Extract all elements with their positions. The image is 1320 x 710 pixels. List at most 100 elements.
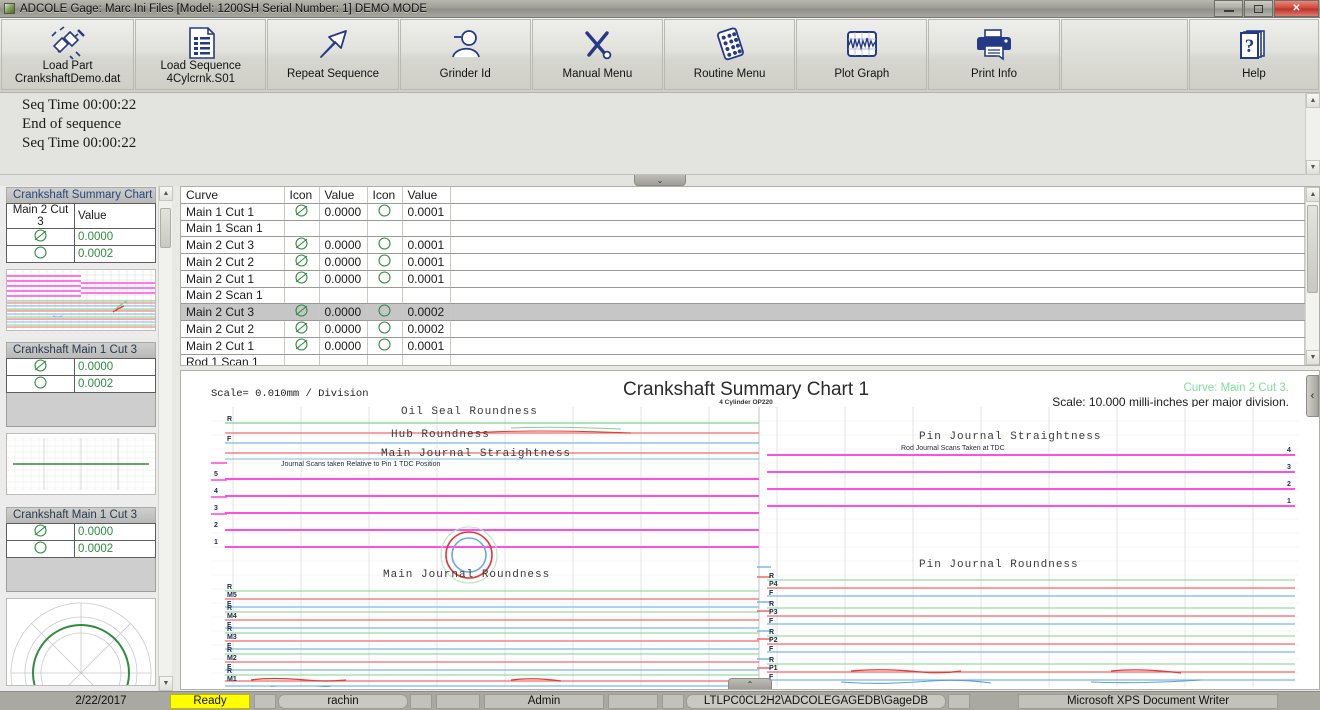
tools-icon (580, 26, 614, 62)
sidebar-scrollbar[interactable]: ▲ ▼ (158, 186, 173, 691)
cell-filler (450, 270, 1305, 288)
minimize-button[interactable] (1214, 0, 1243, 17)
toolbar-button-plot-graph[interactable]: Plot Graph (796, 19, 928, 90)
cell-value-2: 0.0001 (402, 337, 451, 355)
curve-table-scrollbar[interactable]: ▲ ▼ (1305, 187, 1319, 365)
panel-label-pin-journal-straightness: Pin Journal Straightness (919, 431, 1102, 443)
status-database: LTLPC0CL2H2\ADCOLEGAGEDB\GageDB (686, 693, 946, 709)
status-role-left-pad (436, 693, 480, 709)
cell-value-1: 0.0000 (319, 270, 368, 288)
table-row[interactable]: Main 1 Scan 1 (181, 220, 1305, 237)
roundness-icon (367, 203, 403, 221)
sidebar-card-main1-cut3-a[interactable]: Crankshaft Main 1 Cut 3 0.0000 0.0002 (6, 342, 156, 495)
status-db-left-pad (608, 693, 658, 709)
sequence-log-panel: Seq Time 00:00:22 End of sequence Seq Ti… (0, 93, 1320, 175)
roundness-icon (367, 337, 403, 355)
scroll-down-icon[interactable]: ▼ (1306, 160, 1320, 175)
table-row[interactable]: Main 2 Cut 2 0.0000 0.0002 (181, 320, 1305, 338)
toolbar-label: Routine Menu (693, 68, 766, 80)
sidebar-card-summary-chart[interactable]: Crankshaft Summary Chart Main 2 Cut 3 Va… (6, 187, 156, 331)
toolbar-button-print-info[interactable]: Print Info (928, 19, 1060, 90)
scroll-up-icon[interactable]: ▲ (159, 186, 173, 201)
window-controls: ✕ (1214, 0, 1320, 18)
status-badge-state: Ready (170, 693, 250, 709)
diameter-icon (284, 270, 320, 288)
cell-filler (450, 337, 1305, 355)
diameter-icon (284, 337, 320, 355)
status-date: 2/22/2017 (75, 695, 127, 707)
waveform-icon (845, 26, 879, 62)
toolbar-button-help[interactable]: ? Help (1188, 19, 1320, 90)
toolbar-label: Help (1242, 68, 1266, 80)
diameter-icon (284, 303, 320, 321)
status-db-pad (662, 693, 684, 709)
crankshaft-icon (48, 26, 88, 60)
panel-label-main-journal-roundness: Main Journal Roundness (383, 569, 551, 581)
toolbar-label: Print Info (970, 68, 1018, 80)
toolbar-button-manual-menu[interactable]: Manual Menu (531, 19, 663, 90)
cell-value-2: 0.0001 (402, 253, 451, 271)
table-row[interactable]: Rod 1 Scan 1 (181, 354, 1305, 365)
scroll-up-icon[interactable]: ▲ (1306, 93, 1320, 108)
cell-filler (450, 320, 1305, 338)
scrollbar-thumb[interactable] (1307, 205, 1318, 293)
maximize-button[interactable] (1244, 0, 1273, 17)
table-row[interactable]: Main 2 Cut 1 0.0000 0.0001 (181, 337, 1305, 355)
scroll-up-icon[interactable]: ▲ (1306, 187, 1319, 202)
toolbar-button-load-part[interactable]: Load Part CrankshaftDemo.dat (1, 19, 135, 90)
window-title: ADCOLE Gage: Marc Ini Files [Model: 1200… (20, 2, 428, 15)
table-row[interactable]: Main 2 Cut 1 0.0000 0.0001 (181, 270, 1305, 288)
cell-filler (450, 236, 1305, 254)
toolbar-button-repeat-sequence[interactable]: Repeat Sequence (267, 19, 399, 90)
cell-value-2: 0.0002 (402, 303, 451, 321)
cell-value-2: 0.0001 (402, 270, 451, 288)
card-title: Crankshaft Main 1 Cut 3 (6, 507, 156, 523)
col-filler (450, 187, 1305, 204)
card-title: Crankshaft Main 1 Cut 3 (6, 342, 156, 358)
cell-value-1: 0.0000 (319, 303, 368, 321)
cell-curve: Main 2 Cut 2 (181, 320, 285, 338)
table-row[interactable]: Main 2 Cut 2 0.0000 0.0001 (181, 253, 1305, 271)
sidebar-card-main1-cut3-b[interactable]: Crankshaft Main 1 Cut 3 0.0000 0.0002 (6, 507, 156, 686)
status-user: rachin (278, 693, 408, 709)
table-header-row: Curve Icon Value Icon Value (181, 187, 1305, 204)
cell-value-1: 0.0000 (319, 320, 368, 338)
log-text: Seq Time 00:00:22 End of sequence Seq Ti… (22, 96, 136, 153)
scroll-down-icon[interactable]: ▼ (159, 676, 173, 691)
cell-value-2 (402, 354, 451, 365)
card-col2-header: Value (74, 203, 156, 229)
roundness-icon (367, 303, 403, 321)
cell-curve: Main 1 Scan 1 (181, 220, 285, 237)
col-icon-2: Icon (367, 187, 403, 204)
help-book-icon: ? (1237, 26, 1271, 62)
diameter-icon (284, 203, 320, 221)
toolbar-button-routine-menu[interactable]: Routine Menu (664, 19, 796, 90)
scroll-down-icon[interactable]: ▼ (1306, 350, 1319, 365)
table-row[interactable]: Main 2 Cut 3 0.0000 0.0001 (181, 236, 1305, 254)
panel-divider: ⌄ (0, 175, 1320, 186)
document-list-icon (185, 26, 217, 60)
polar-roundness-plot[interactable] (6, 598, 156, 686)
card-value: 0.0002 (74, 245, 156, 263)
table-row[interactable]: Main 2 Cut 3 0.0000 0.0002 (181, 303, 1305, 321)
cell-curve: Main 2 Cut 3 (181, 236, 285, 254)
straightness-line-plot[interactable] (6, 433, 156, 495)
col-icon-1: Icon (284, 187, 320, 204)
close-button[interactable]: ✕ (1274, 0, 1319, 17)
toolbar-button-load-sequence[interactable]: Load Sequence 4Cylcrnk.S01 (135, 19, 267, 90)
cell-filler (450, 220, 1305, 237)
collapse-chart-right-button[interactable]: ‹ (1306, 375, 1319, 417)
empty-cell (284, 287, 320, 304)
table-row: 0.0000 (6, 358, 156, 376)
empty-cell (367, 287, 403, 304)
collapse-log-panel-button[interactable]: ⌄ (634, 175, 686, 186)
toolbar-button-grinder-id[interactable]: Grinder Id (399, 19, 531, 90)
table-row[interactable]: Main 1 Cut 1 0.0000 0.0001 (181, 203, 1305, 221)
summary-strip-plot[interactable] (6, 269, 156, 331)
scrollbar-thumb[interactable] (160, 208, 171, 248)
chart-plot-area[interactable]: Oil Seal Roundness Hub Roundness Main Jo… (211, 406, 1299, 689)
collapse-chart-bottom-button[interactable]: ⌃ (728, 678, 772, 689)
table-row[interactable]: Main 2 Scan 1 (181, 287, 1305, 304)
log-scrollbar[interactable]: ▲ ▼ (1305, 93, 1320, 175)
card-empty-area (6, 393, 156, 427)
